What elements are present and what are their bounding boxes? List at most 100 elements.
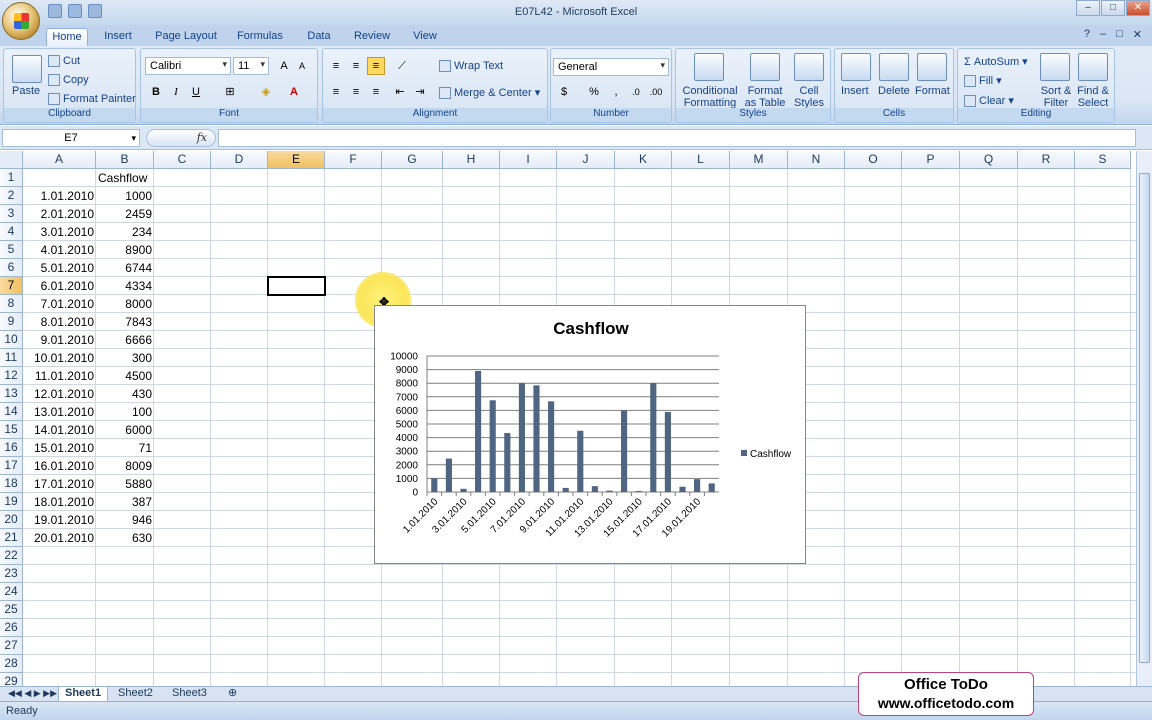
workbook-close-button[interactable]: ✕ — [1133, 28, 1142, 41]
cell-date[interactable]: 6.01.2010 — [23, 277, 96, 295]
row-header-5[interactable]: 5 — [0, 241, 23, 259]
maximize-button[interactable]: □ — [1101, 0, 1125, 16]
bold-button[interactable]: B — [147, 83, 165, 101]
currency-icon[interactable]: $ — [555, 83, 573, 101]
formula-input[interactable] — [218, 129, 1136, 147]
cell-date[interactable]: 3.01.2010 — [23, 223, 96, 241]
chart-object[interactable]: Cashflow 0 1000 2000 3000 4000 5000 6000 7000 80… — [374, 305, 806, 564]
column-header-i[interactable]: I — [500, 151, 557, 169]
cell-value[interactable]: 4500 — [96, 367, 154, 385]
row-header-25[interactable]: 25 — [0, 601, 23, 619]
tab-view[interactable]: View — [404, 28, 446, 46]
align-left-icon[interactable]: ≡ — [327, 83, 345, 101]
row-header-28[interactable]: 28 — [0, 655, 23, 673]
column-header-r[interactable]: R — [1018, 151, 1075, 169]
increase-indent-icon[interactable]: ⇥ — [411, 83, 429, 101]
cell-styles-icon[interactable] — [794, 53, 824, 81]
row-header-24[interactable]: 24 — [0, 583, 23, 601]
font-name-combo[interactable]: Calibri — [145, 57, 231, 75]
conditional-formatting-icon[interactable] — [694, 53, 724, 81]
align-top-icon[interactable]: ≡ — [327, 57, 345, 75]
cell-date[interactable]: 14.01.2010 — [23, 421, 96, 439]
cell-value[interactable]: 1000 — [96, 187, 154, 205]
cell-date[interactable]: 18.01.2010 — [23, 493, 96, 511]
cell-date[interactable]: 7.01.2010 — [23, 295, 96, 313]
clear-button[interactable]: Clear ▾ — [964, 94, 1014, 108]
cell-date[interactable]: 17.01.2010 — [23, 475, 96, 493]
row-header-21[interactable]: 21 — [0, 529, 23, 547]
orientation-icon[interactable]: ⟋ — [393, 57, 411, 75]
row-header-23[interactable]: 23 — [0, 565, 23, 583]
tab-formulas[interactable]: Formulas — [232, 28, 288, 46]
increase-decimal-icon[interactable]: .0 — [627, 83, 645, 101]
sort-filter-icon[interactable] — [1040, 53, 1070, 81]
cell-styles-button[interactable]: Cell Styles — [790, 85, 828, 109]
fill-button[interactable]: Fill ▾ — [964, 74, 1002, 88]
align-middle-icon[interactable]: ≡ — [347, 57, 365, 75]
cell-date[interactable]: 12.01.2010 — [23, 385, 96, 403]
cell-value[interactable]: 946 — [96, 511, 154, 529]
find-select-icon[interactable] — [1078, 53, 1108, 81]
tab-insert[interactable]: Insert — [96, 28, 140, 46]
row-header-22[interactable]: 22 — [0, 547, 23, 565]
cell-value[interactable]: 5880 — [96, 475, 154, 493]
cell-date[interactable]: 9.01.2010 — [23, 331, 96, 349]
copy-button[interactable]: Copy — [48, 74, 89, 87]
decrease-decimal-icon[interactable]: .00 — [647, 83, 665, 101]
cell-date[interactable]: 2.01.2010 — [23, 205, 96, 223]
cell-value[interactable]: 100 — [96, 403, 154, 421]
insert-cells-icon[interactable] — [841, 53, 871, 81]
sheet-tab-1[interactable]: Sheet1 — [58, 687, 109, 702]
cell-date[interactable]: 1.01.2010 — [23, 187, 96, 205]
font-color-icon[interactable]: A — [285, 83, 303, 101]
row-header-11[interactable]: 11 — [0, 349, 23, 367]
cell-value[interactable]: 6666 — [96, 331, 154, 349]
row-header-7[interactable]: 7 — [0, 277, 23, 295]
sheet-tab-3[interactable]: Sheet3 — [166, 687, 213, 702]
ribbon-restore-button[interactable]: □ — [1116, 28, 1123, 41]
cell-date[interactable]: 20.01.2010 — [23, 529, 96, 547]
insert-function-button[interactable]: fx — [146, 129, 216, 147]
cell-value[interactable]: 4334 — [96, 277, 154, 295]
format-as-table-button[interactable]: Format as Table — [742, 85, 788, 109]
conditional-formatting-button[interactable]: Conditional Formatting — [681, 85, 739, 109]
row-header-18[interactable]: 18 — [0, 475, 23, 493]
cell-value[interactable]: 8009 — [96, 457, 154, 475]
column-header-k[interactable]: K — [615, 151, 672, 169]
column-header-j[interactable]: J — [557, 151, 615, 169]
selected-cell-e7[interactable] — [267, 276, 326, 296]
row-header-20[interactable]: 20 — [0, 511, 23, 529]
tab-home[interactable]: Home — [46, 28, 88, 46]
row-header-1[interactable]: 1 — [0, 169, 23, 187]
format-as-table-icon[interactable] — [750, 53, 780, 81]
cell-value[interactable]: 430 — [96, 385, 154, 403]
tab-page-layout[interactable]: Page Layout — [150, 28, 222, 46]
underline-button[interactable]: U — [187, 83, 205, 101]
cell-value[interactable]: 387 — [96, 493, 154, 511]
help-icon[interactable]: ? — [1084, 28, 1090, 41]
cell-date[interactable]: 5.01.2010 — [23, 259, 96, 277]
row-header-19[interactable]: 19 — [0, 493, 23, 511]
column-header-o[interactable]: O — [845, 151, 902, 169]
name-box[interactable]: E7 — [2, 129, 140, 147]
row-header-15[interactable]: 15 — [0, 421, 23, 439]
insert-cells-button[interactable]: Insert — [841, 85, 869, 97]
merge-center-button[interactable]: Merge & Center ▾ — [439, 86, 540, 100]
cell-value[interactable]: 630 — [96, 529, 154, 547]
fill-color-icon[interactable]: ◈ — [257, 83, 275, 101]
increase-font-icon[interactable]: A — [275, 57, 293, 75]
office-button[interactable] — [2, 2, 40, 40]
number-format-combo[interactable]: General — [553, 58, 669, 76]
column-header-e[interactable]: E — [268, 151, 325, 169]
italic-button[interactable]: I — [167, 83, 185, 101]
row-header-27[interactable]: 27 — [0, 637, 23, 655]
column-header-m[interactable]: M — [730, 151, 788, 169]
ribbon-minimize-button[interactable]: – — [1100, 28, 1106, 41]
row-header-10[interactable]: 10 — [0, 331, 23, 349]
column-header-f[interactable]: F — [325, 151, 382, 169]
format-cells-button[interactable]: Format — [915, 85, 950, 97]
row-header-3[interactable]: 3 — [0, 205, 23, 223]
cell-date[interactable]: 10.01.2010 — [23, 349, 96, 367]
paste-button[interactable]: Paste — [12, 85, 40, 97]
column-header-h[interactable]: H — [443, 151, 500, 169]
